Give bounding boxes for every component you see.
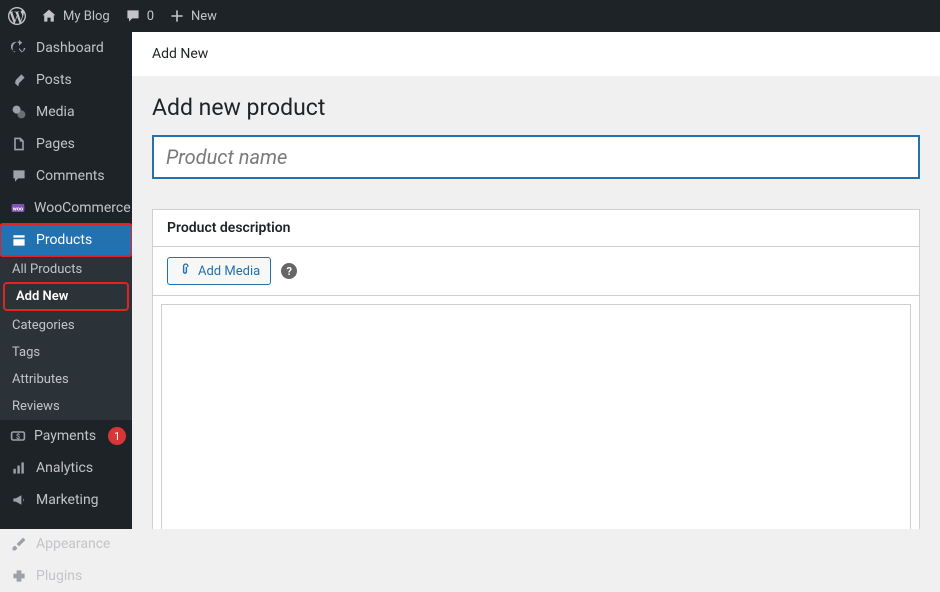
wp-logo[interactable] (8, 7, 26, 25)
sidebar-item-posts[interactable]: Posts (0, 64, 132, 96)
media-icon (10, 103, 28, 121)
comment-icon (124, 7, 142, 25)
sidebar-item-dashboard[interactable]: Dashboard (0, 32, 132, 64)
wordpress-icon (8, 7, 26, 25)
brush-icon (10, 535, 28, 553)
sidebar-item-plugins[interactable]: Plugins (0, 560, 132, 592)
svg-text:woo: woo (13, 206, 23, 212)
description-heading: Product description (153, 210, 919, 247)
new-link[interactable]: New (168, 7, 217, 25)
products-submenu: All Products Add New Categories Tags Att… (0, 256, 132, 420)
payments-badge: 1 (108, 427, 126, 445)
description-textarea[interactable] (161, 304, 911, 529)
sidebar-item-analytics[interactable]: Analytics (0, 452, 132, 484)
content-breadcrumb: Add New (132, 32, 940, 76)
sidebar-label: WooCommerce (34, 200, 131, 216)
sidebar-label: Marketing (36, 492, 99, 508)
content-body: Add new product Product description Add … (132, 76, 940, 529)
sidebar-item-appearance[interactable]: Appearance (0, 528, 132, 560)
sidebar-label: Plugins (36, 568, 82, 584)
submenu-categories[interactable]: Categories (0, 312, 132, 339)
content-pane: Add New Add new product Product descript… (132, 32, 940, 529)
sidebar-item-marketing[interactable]: Marketing (0, 484, 132, 516)
sidebar-item-media[interactable]: Media (0, 96, 132, 128)
page-title: Add new product (152, 94, 920, 121)
sidebar-label: Appearance (36, 536, 110, 552)
admin-sidebar: Dashboard Posts Media Pages Comments woo… (0, 32, 132, 529)
sidebar-label: Comments (36, 168, 105, 184)
sidebar-label: Analytics (36, 460, 93, 476)
plugin-icon (10, 567, 28, 585)
submenu-reviews[interactable]: Reviews (0, 393, 132, 420)
sidebar-item-products[interactable]: Products (0, 224, 132, 256)
dashboard-icon (10, 39, 28, 57)
add-media-button[interactable]: Add Media (167, 257, 271, 285)
media-icon (178, 262, 192, 280)
sidebar-label: Products (36, 232, 92, 248)
new-label: New (191, 9, 217, 24)
pin-icon (10, 71, 28, 89)
description-editor: Product description Add Media ? (152, 209, 920, 529)
svg-text:$: $ (16, 432, 20, 441)
submenu-all-products[interactable]: All Products (0, 256, 132, 283)
woocommerce-icon: woo (10, 199, 26, 217)
home-icon (40, 7, 58, 25)
sidebar-item-comments[interactable]: Comments (0, 160, 132, 192)
sidebar-item-woocommerce[interactable]: woo WooCommerce (0, 192, 132, 224)
page-container: Dashboard Posts Media Pages Comments woo… (0, 32, 940, 529)
submenu-add-new[interactable]: Add New (4, 283, 128, 310)
comments-count: 0 (147, 9, 154, 24)
submenu-tags[interactable]: Tags (0, 339, 132, 366)
site-home-link[interactable]: My Blog (40, 7, 110, 25)
help-icon[interactable]: ? (281, 263, 297, 279)
sidebar-label: Dashboard (36, 40, 104, 56)
sidebar-label: Pages (36, 136, 75, 152)
products-icon (10, 231, 28, 249)
submenu-attributes[interactable]: Attributes (0, 366, 132, 393)
sidebar-label: Media (36, 104, 75, 120)
sidebar-item-payments[interactable]: $ Payments 1 (0, 420, 132, 452)
admin-topbar: My Blog 0 New (0, 0, 940, 32)
site-name: My Blog (63, 9, 110, 24)
plus-icon (168, 7, 186, 25)
product-name-input[interactable] (152, 135, 920, 179)
pages-icon (10, 135, 28, 153)
sidebar-item-pages[interactable]: Pages (0, 128, 132, 160)
sidebar-label: Payments (34, 428, 96, 444)
payments-icon: $ (10, 427, 26, 445)
analytics-icon (10, 459, 28, 477)
comment-icon (10, 167, 28, 185)
sidebar-label: Posts (36, 72, 72, 88)
editor-toolbar: Add Media ? (153, 247, 919, 296)
add-media-label: Add Media (198, 264, 260, 279)
comments-link[interactable]: 0 (124, 7, 154, 25)
megaphone-icon (10, 491, 28, 509)
